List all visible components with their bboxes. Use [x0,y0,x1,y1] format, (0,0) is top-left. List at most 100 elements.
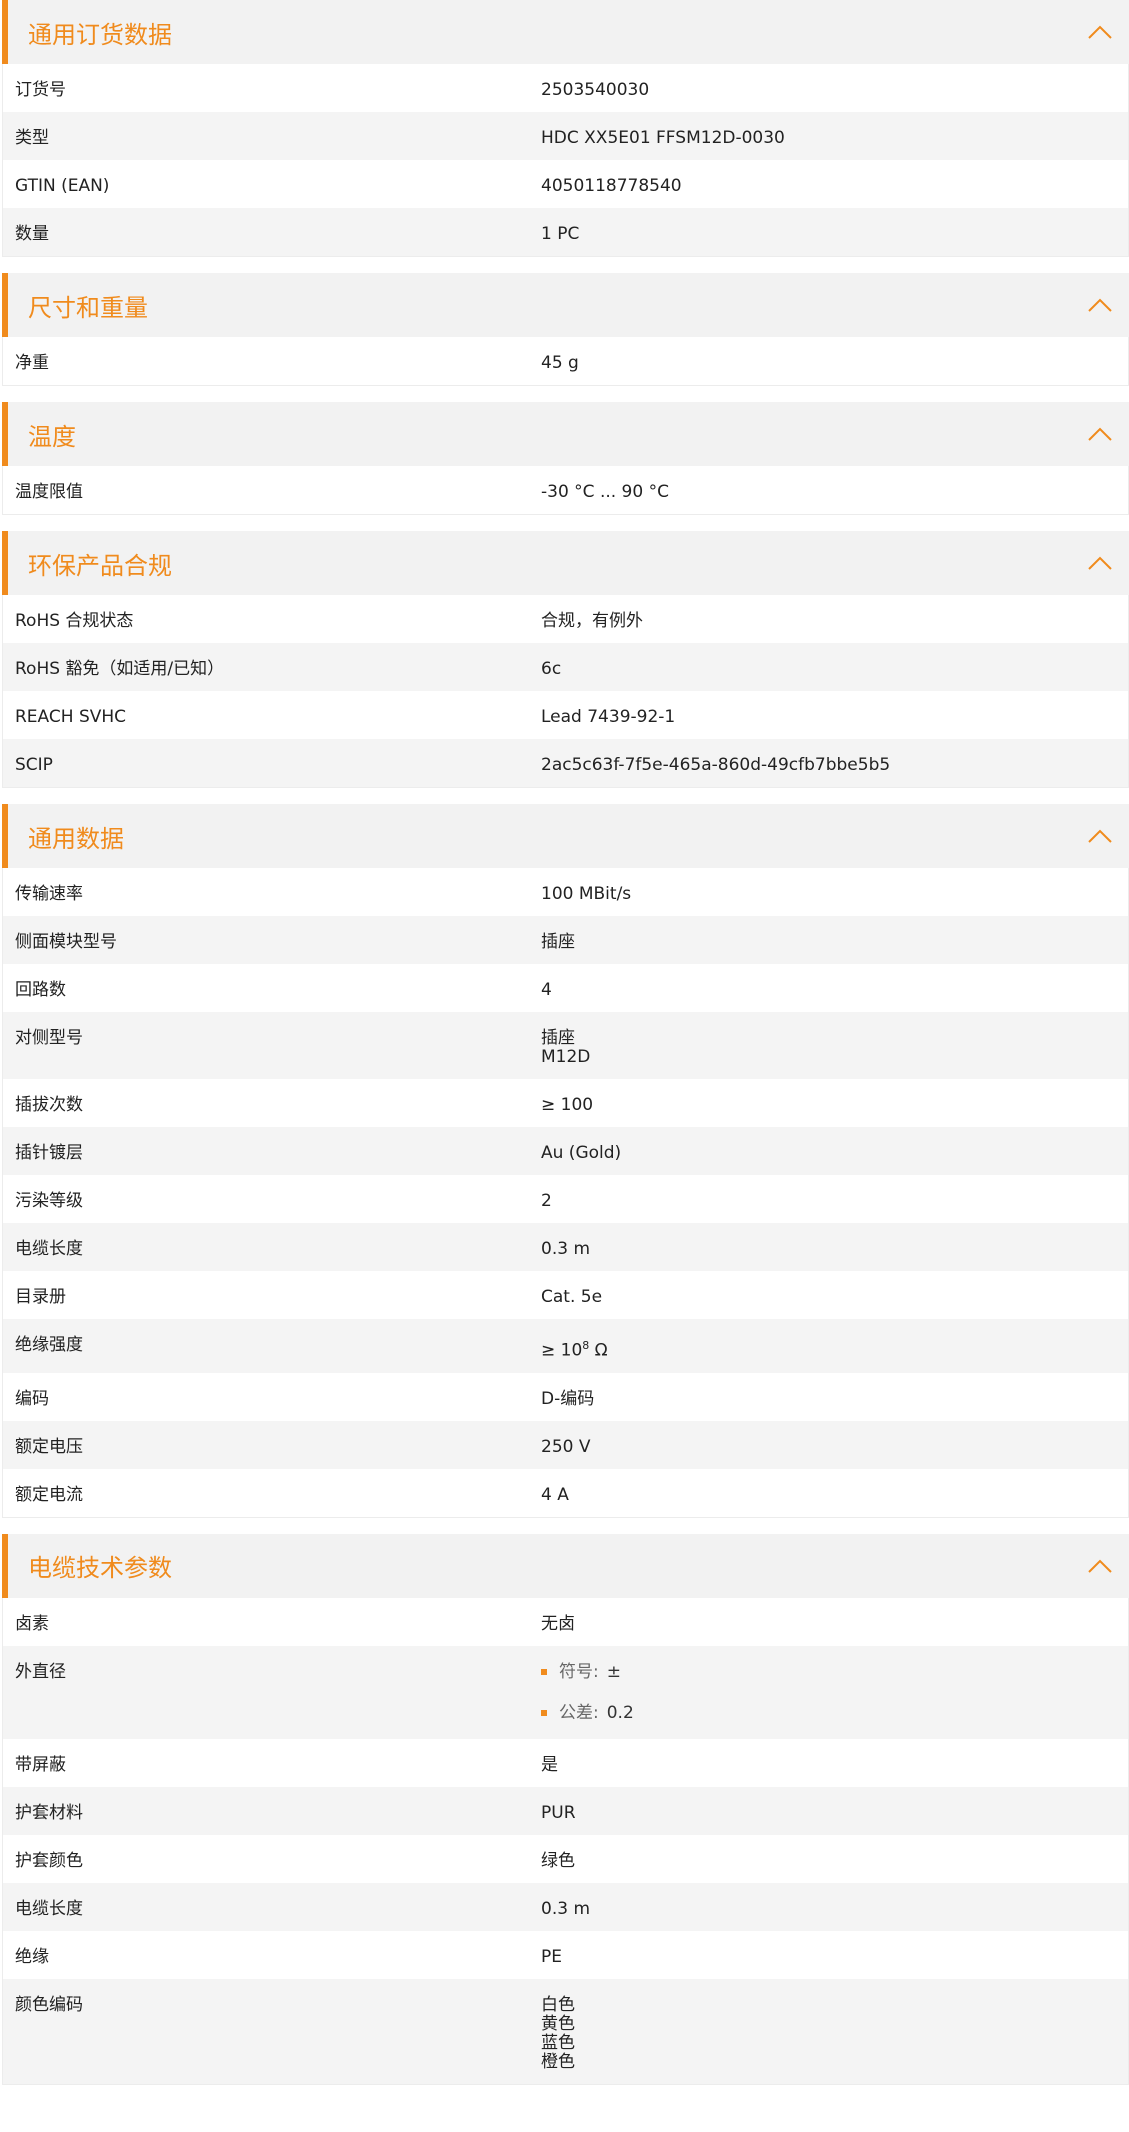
row-label: 卤素 [15,1613,49,1634]
spec-table: 净重 45 g [2,337,1129,386]
chevron-up-icon[interactable] [1085,290,1115,320]
chevron-up-icon[interactable] [1085,17,1115,47]
row-label: RoHS 豁免（如适用/已知） [15,659,225,679]
section-header[interactable]: 通用订货数据 [2,0,1129,64]
value-line: PE [541,1946,562,1967]
value-line: 无卤 [541,1613,575,1634]
bullet-value: ± [606,1661,621,1682]
row-label: 护套颜色 [15,1850,83,1871]
row-value: 0.3 m [541,1883,1128,1931]
table-row: 传输速率 100 MBit/s [3,868,1128,916]
row-label: 净重 [15,353,49,373]
spec-section: 通用订货数据订货号 2503540030 类型 HDC XX5E01 FFSM12D-… [2,0,1129,257]
table-row: 带屏蔽 是 [3,1738,1128,1787]
table-row: 编码 D-编码 [3,1372,1128,1421]
table-row: 净重 45 g [3,337,1128,385]
value-line: Cat. 5e [541,1287,603,1307]
bullet-label: 符号: [559,1661,599,1682]
value-line: 2503540030 [541,80,650,100]
section-title: 尺寸和重量 [28,293,148,322]
row-label: 护套材料 [15,1802,83,1823]
row-value: 合规，有例外 [541,595,1128,643]
row-label: 数量 [15,224,49,244]
table-row: 温度限值 -30 °C ... 90 °C [3,466,1128,514]
row-label: 订货号 [15,80,66,100]
value-unit: Ω [589,1340,608,1361]
row-label: 带屏蔽 [15,1754,66,1775]
chevron-up-icon[interactable] [1085,419,1115,449]
value-line: 橙色 [541,2051,575,2072]
row-value: 无卤 [541,1598,1128,1646]
value-line: 4 [541,980,552,1000]
value-line: 4 A [541,1484,569,1505]
row-value: 插座 [541,916,1128,964]
table-row: 绝缘 PE [3,1930,1128,1979]
table-row: 电缆长度 0.3 m [3,1223,1128,1271]
row-value: 符号: ± 公差: 0.2 [541,1646,1128,1739]
value-line: Lead 7439-92-1 [541,707,676,727]
value-line: 绿色 [541,1850,575,1871]
section-header[interactable]: 尺寸和重量 [2,273,1129,337]
bullet-item: 公差: 0.2 [541,1702,1128,1723]
value-line: D-编码 [541,1388,595,1409]
row-value: 100 MBit/s [541,868,1128,916]
value-line: ≥ 108 Ω [541,1336,1128,1361]
value-line: PUR [541,1802,576,1823]
section-header[interactable]: 通用数据 [2,804,1129,868]
row-label: SCIP [15,755,53,775]
row-label: 对侧型号 [15,1028,83,1048]
row-value: 2503540030 [541,64,1128,112]
spec-table: 传输速率 100 MBit/s 侧面模块型号 插座 回路数 4 对侧型号 插座 M12D 插拔次数… [2,868,1129,1518]
value-line: 0.3 m [541,1898,590,1919]
value-line: 2 [541,1191,552,1211]
spec-section: 温度 温度限值 -30 °C ... 90 °C [2,402,1129,515]
spec-table: 温度限值 -30 °C ... 90 °C [2,466,1129,515]
table-row: 颜色编码 白色 黄色 蓝色 橙色 [3,1978,1128,2084]
row-value: HDC XX5E01 FFSM12D-0030 [541,112,1128,160]
bullet-label: 公差: [559,1702,599,1723]
row-value: ≥ 100 [541,1079,1128,1127]
section-header[interactable]: 环保产品合规 [2,531,1129,595]
value-line: 白色 [541,1994,575,2015]
table-row: 类型 HDC XX5E01 FFSM12D-0030 [3,112,1128,160]
row-label: 绝缘强度 [15,1335,83,1355]
table-row: 数量 1 PC [3,208,1128,256]
bullet-square-icon [541,1710,547,1717]
row-value: 6c [541,643,1128,691]
section-title: 通用数据 [28,824,124,853]
row-value: Lead 7439-92-1 [541,691,1128,739]
section-header[interactable]: 电缆技术参数 [2,1533,1129,1598]
row-value: 4 A [541,1469,1128,1517]
bullet-item: 符号: ± [541,1661,1128,1682]
row-label: 目录册 [15,1287,66,1307]
spec-section: 尺寸和重量净重 45 g [2,273,1129,386]
row-label: REACH SVHC [15,707,127,727]
table-row: 对侧型号 插座 M12D [3,1012,1128,1079]
chevron-up-icon[interactable] [1085,548,1115,578]
row-label: 额定电流 [15,1484,83,1505]
row-value: 4 [541,964,1128,1012]
row-value: -30 °C ... 90 °C [541,466,1128,514]
table-row: RoHS 合规状态 合规，有例外 [3,595,1128,643]
table-row: REACH SVHC Lead 7439-92-1 [3,691,1128,739]
spec-section: 环保产品合规 RoHS 合规状态 合规，有例外 RoHS 豁免（如适用/已知） 6c RE… [2,531,1129,788]
value-line: 1 PC [541,224,580,244]
section-header[interactable]: 温度 [2,402,1129,466]
table-row: 侧面模块型号 插座 [3,916,1128,964]
row-value: PE [541,1931,1128,1979]
value-line: -30 °C ... 90 °C [541,482,669,502]
value-line: 黄色 [541,2013,575,2034]
value-line: 0.3 m [541,1239,590,1259]
section-title: 电缆技术参数 [28,1554,172,1583]
row-value: ≥ 108 Ω [541,1319,1128,1373]
row-label: 编码 [15,1388,49,1409]
value-line: 100 MBit/s [541,884,632,904]
table-row: 插拔次数 ≥ 100 [3,1079,1128,1127]
section-title: 环保产品合规 [28,551,172,580]
chevron-up-icon[interactable] [1085,1551,1115,1581]
table-row: 绝缘强度 ≥ 108 Ω [3,1319,1128,1373]
chevron-up-icon[interactable] [1085,821,1115,851]
row-label: 绝缘 [15,1946,49,1967]
row-value: 0.3 m [541,1223,1128,1271]
table-row: 订货号 2503540030 [3,64,1128,112]
